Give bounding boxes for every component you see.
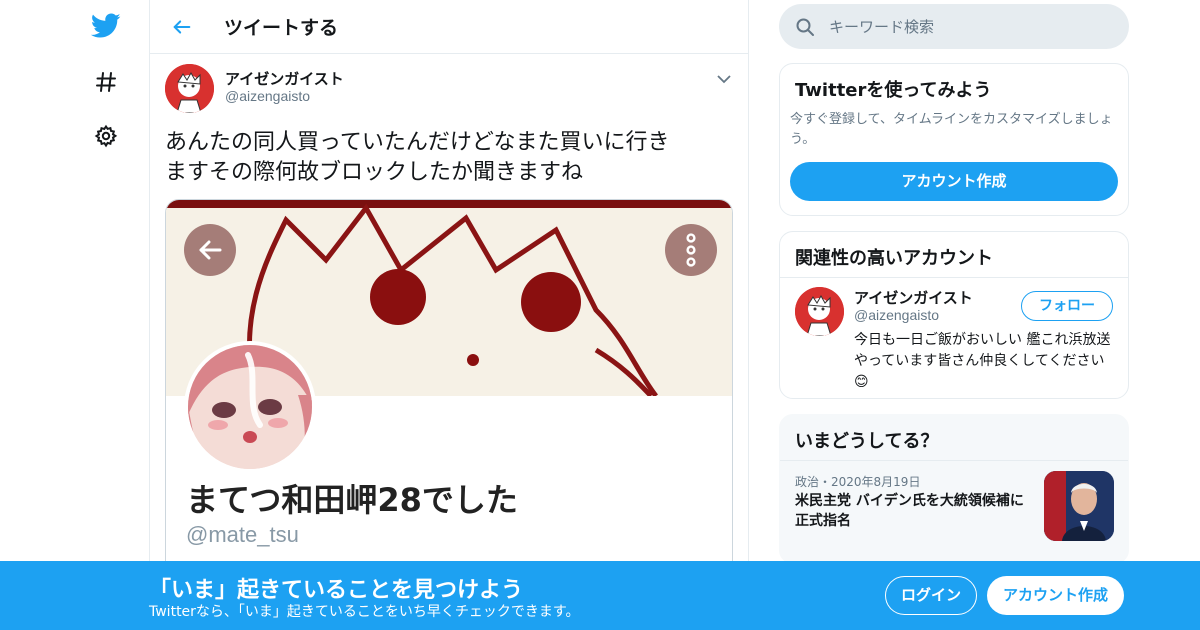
trends-card: いまどうしてる？ 政治・2020年8月19日 米民主党 バイデン氏を大統領候補に… [779,414,1129,564]
media-back-button[interactable] [184,224,236,276]
search-icon [796,18,814,36]
media-profile-handle: @mate_tsu [186,522,299,547]
trend-meta: 政治・2020年8月19日 [795,475,921,489]
search-input[interactable] [829,17,1109,36]
signup-card-text: 今すぐ登録して、タイムラインをカスタマイズしましょう。 [790,112,1113,147]
related-account-handle[interactable]: @aizengaisto [854,307,939,323]
related-card-title: 関連性の高いアカウント [795,248,993,269]
avatar[interactable] [795,287,844,336]
signup-card: Twitterを使ってみよう 今すぐ登録して、タイムラインをカスタマイズしましょ… [779,63,1129,216]
bottom-bar-subtitle: Twitterなら、「いま」起きていることをいち早くチェックできます。 [149,604,580,620]
bottom-create-account-button[interactable]: アカウント作成 [987,576,1124,615]
trend-thumbnail [1044,471,1114,541]
bottom-signup-bar: 「いま」起きていることを見つけよう Twitterなら、「いま」起きていることを… [0,561,1200,630]
tweet-media-image[interactable]: まてつ和田岬28でした @mate_tsu [165,199,733,579]
back-button[interactable] [162,7,202,47]
hashtag-icon[interactable] [88,64,124,100]
profile-avatar [184,341,316,473]
follow-button[interactable]: フォロー [1021,291,1113,321]
related-account-bio: 今日も一日ご飯がおいしい 艦これ浜放送やっています皆さん仲良くしてください😊 [854,332,1111,390]
related-account-name[interactable]: アイゼンガイスト [854,287,973,308]
signup-card-title: Twitterを使ってみよう [795,80,992,101]
tweet-text-line: ますその際何故ブロックしたか聞きますね [165,160,584,185]
arrow-left-icon [199,240,222,260]
author-handle[interactable]: @aizengaisto [225,88,310,104]
author-name[interactable]: アイゼンガイスト [225,68,344,89]
tweet-text: あんたの同人買っていたんだけどなまた買いに行き ますその際何故ブロックしたか聞き… [165,128,725,188]
divider [780,277,1128,278]
bottom-bar-title: 「いま」起きていることを見つけよう [149,578,524,603]
left-nav [82,0,130,630]
tweet-author: アイゼンガイスト @aizengaisto [165,64,735,116]
trend-title: 米民主党 バイデン氏を大統領候補に正式指名 [795,493,1024,529]
page-title: ツイートする [224,17,339,39]
page-header: ツイートする [150,0,748,54]
search-bar[interactable] [779,4,1129,49]
tweet-text-line: あんたの同人買っていたんだけどなまた買いに行き [165,130,670,155]
settings-gear-icon[interactable] [88,118,124,154]
trends-card-title: いまどうしてる？ [795,431,939,452]
chevron-down-icon[interactable] [713,68,735,90]
more-options-icon[interactable] [665,224,717,276]
media-profile-name: まてつ和田岬28でした [186,481,518,519]
page-root: ツイートする アイゼンガイスト @aizengaisto あんたの同人買っていた… [0,0,1200,630]
trend-item[interactable]: 政治・2020年8月19日 米民主党 バイデン氏を大統領候補に正式指名 [780,460,1128,550]
avatar[interactable] [165,64,214,113]
arrow-left-icon [173,19,191,34]
login-button[interactable]: ログイン [885,576,977,615]
related-accounts-card: 関連性の高いアカウント アイゼンガイスト @aizengaisto フォロー 今… [779,231,1129,399]
create-account-button[interactable]: アカウント作成 [790,162,1118,201]
twitter-logo-icon[interactable] [88,8,124,44]
